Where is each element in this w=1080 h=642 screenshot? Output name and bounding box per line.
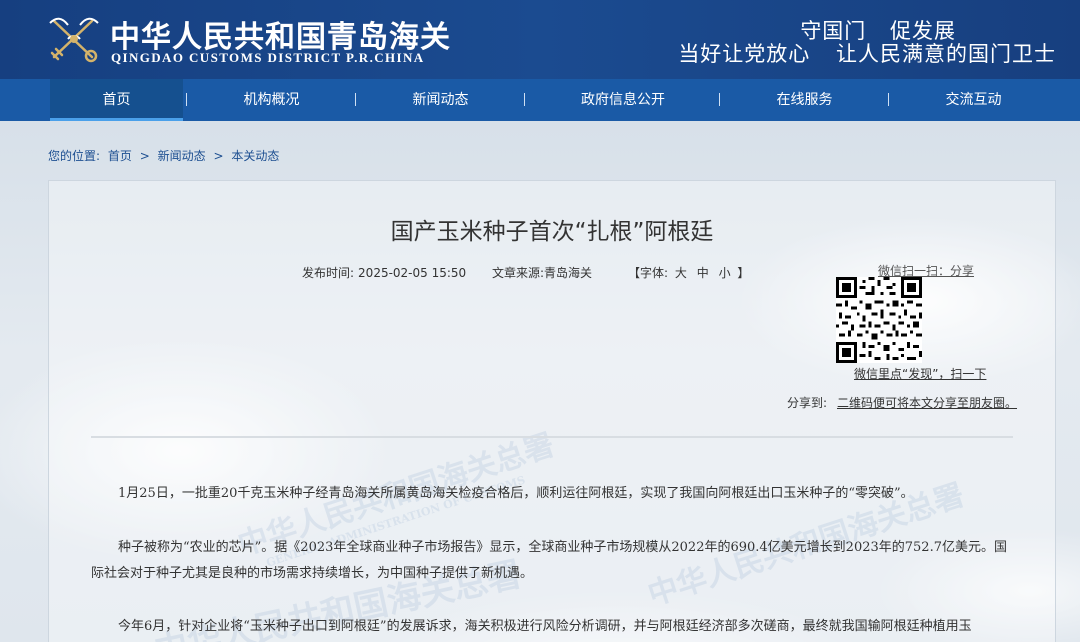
slogan-line-2: 当好让党放心 让人民满意的国门卫士 <box>678 38 1056 68</box>
font-size-label: 【字体: <box>628 266 668 280</box>
breadcrumb-news[interactable]: 新闻动态 <box>158 149 206 163</box>
font-size-large[interactable]: 大 <box>675 266 687 280</box>
publish-time: 发布时间: 2025-02-05 15:50 <box>302 264 466 281</box>
nav-item-news[interactable]: 新闻动态 <box>374 79 507 121</box>
publish-time-value: 2025-02-05 15:50 <box>358 266 466 280</box>
article-divider <box>91 436 1013 438</box>
article-source: 文章来源:青岛海关 <box>492 264 592 281</box>
article-paragraph: 1月25日，一批重20千克玉米种子经青岛海关所属黄岛海关检疫合格后，顺利运往阿根… <box>91 481 1013 507</box>
nav-separator <box>524 93 525 106</box>
nav-separator <box>186 93 187 106</box>
nav-item-gov-info[interactable]: 政府信息公开 <box>553 79 693 121</box>
breadcrumb-separator: > <box>140 149 150 163</box>
article-paragraph: 种子被称为“农业的芯片”。据《2023年全球商业种子市场报告》显示，全球商业种子… <box>91 535 1013 587</box>
nav-item-online-service[interactable]: 在线服务 <box>738 79 871 121</box>
breadcrumb-prefix: 您的位置: <box>48 149 100 163</box>
breadcrumb: 您的位置: 首页 > 新闻动态 > 本关动态 <box>48 147 279 164</box>
breadcrumb-home[interactable]: 首页 <box>108 149 132 163</box>
share-to-label: 分享到: <box>787 394 827 411</box>
source-label: 文章来源: <box>492 266 544 280</box>
font-size-close: 】 <box>737 266 749 280</box>
article-title: 国产玉米种子首次“扎根”阿根廷 <box>0 212 1080 246</box>
share-qr-hint[interactable]: 二维码便可将本文分享至朋友圈。 <box>837 394 1017 411</box>
qr-code-icon <box>836 277 922 363</box>
nav-item-about[interactable]: 机构概况 <box>205 79 338 121</box>
nav-item-interaction[interactable]: 交流互动 <box>907 79 1040 121</box>
customs-emblem-icon <box>46 13 102 65</box>
nav-separator <box>719 93 720 106</box>
wechat-scan-hint: 微信里点“发现”，扫一下 <box>854 365 986 382</box>
breadcrumb-local-news[interactable]: 本关动态 <box>231 149 279 163</box>
font-size-small[interactable]: 小 <box>719 266 731 280</box>
publish-time-label: 发布时间: <box>302 266 354 280</box>
article-paragraph: 今年6月，针对企业将“玉米种子出口到阿根廷”的发展诉求，海关积极进行风险分析调研… <box>91 614 1013 640</box>
nav-separator <box>355 93 356 106</box>
font-size-control: 【字体: 大 中 小 】 <box>628 264 749 281</box>
font-size-medium[interactable]: 中 <box>697 266 709 280</box>
nav-item-home[interactable]: 首页 <box>50 79 183 121</box>
site-header: 中华人民共和国青岛海关 QINGDAO CUSTOMS DISTRICT P.R… <box>0 0 1080 79</box>
source-value: 青岛海关 <box>544 266 592 280</box>
site-name-en: QINGDAO CUSTOMS DISTRICT P.R.CHINA <box>111 50 425 66</box>
main-nav: 首页 机构概况 新闻动态 政府信息公开 在线服务 交流互动 <box>0 79 1080 121</box>
nav-separator <box>888 93 889 106</box>
breadcrumb-separator: > <box>213 149 223 163</box>
